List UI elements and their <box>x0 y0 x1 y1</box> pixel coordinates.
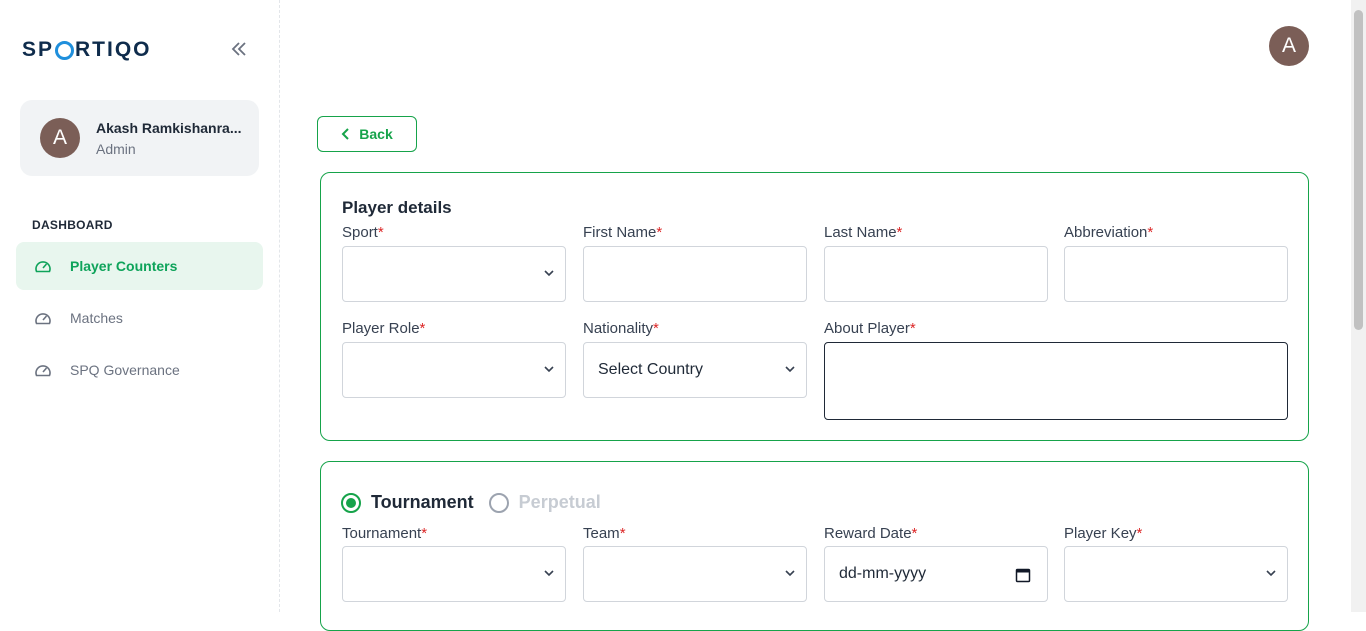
gauge-icon <box>35 365 51 377</box>
radio-perpetual[interactable] <box>488 492 509 513</box>
team-label: Team* <box>583 525 626 542</box>
first-name-label: First Name* <box>583 224 663 241</box>
back-button[interactable]: Back <box>317 116 417 152</box>
logo-o-mark-icon <box>55 40 75 60</box>
last-name-field[interactable] <box>824 246 1048 302</box>
sidebar-item-label: Matches <box>70 310 123 326</box>
sidebar-item-matches[interactable]: Matches <box>16 294 263 342</box>
scrollbar-thumb[interactable] <box>1354 10 1363 330</box>
sidebar: SP RTIQO A Akash Ramkishanra... Admin DA… <box>0 0 280 612</box>
tournament-select[interactable] <box>342 546 566 602</box>
reward-date-field[interactable]: dd-mm-yyyy <box>824 546 1048 602</box>
user-role: Admin <box>96 140 136 157</box>
chevron-down-icon <box>785 366 795 373</box>
sidebar-item-label: SPQ Governance <box>70 362 180 378</box>
chevron-down-icon <box>1266 570 1276 577</box>
chevron-down-icon <box>544 366 554 373</box>
sidebar-item-spq-governance[interactable]: SPQ Governance <box>16 346 263 394</box>
player-role-select[interactable] <box>342 342 566 398</box>
sport-select[interactable] <box>342 246 566 302</box>
card-title: Player details <box>342 198 452 217</box>
abbreviation-label: Abbreviation* <box>1064 224 1154 241</box>
nationality-select[interactable]: Select Country <box>583 342 807 398</box>
chevron-left-icon <box>341 128 349 140</box>
reward-date-placeholder: dd-mm-yyyy <box>839 565 927 582</box>
about-player-label: About Player* <box>824 320 916 337</box>
sportiqo-logo[interactable]: SP RTIQO <box>22 38 152 62</box>
team-select[interactable] <box>583 546 807 602</box>
back-label: Back <box>359 126 393 142</box>
section-label-dashboard: DASHBOARD <box>32 218 113 232</box>
abbreviation-field[interactable] <box>1064 246 1288 302</box>
reward-date-label: Reward Date* <box>824 525 918 542</box>
page-scrollbar[interactable] <box>1351 0 1366 612</box>
user-name: Akash Ramkishanra... <box>96 119 242 136</box>
sport-label: Sport* <box>342 224 384 241</box>
first-name-field[interactable] <box>583 246 807 302</box>
gauge-icon <box>35 313 51 325</box>
chevron-down-icon <box>544 570 554 577</box>
sidebar-item-label: Player Counters <box>70 258 178 274</box>
sidebar-item-player-counters[interactable]: Player Counters <box>16 242 263 290</box>
calendar-icon[interactable] <box>1015 567 1031 583</box>
chevron-down-icon <box>544 270 554 277</box>
collapse-sidebar-icon[interactable] <box>228 38 250 60</box>
radio-tournament[interactable] <box>341 492 361 513</box>
tournament-label: Tournament* <box>342 525 428 542</box>
user-card[interactable]: A Akash Ramkishanra... Admin <box>20 100 259 176</box>
logo-text-prefix: SP <box>22 38 55 61</box>
last-name-label: Last Name* <box>824 224 903 241</box>
logo-text-suffix: RTIQO <box>75 38 152 61</box>
header-avatar[interactable]: A <box>1269 26 1309 66</box>
player-role-label: Player Role* <box>342 320 426 337</box>
nationality-label: Nationality* <box>583 320 659 337</box>
reward-type-radio-group: Tournament Perpetual <box>341 492 616 513</box>
player-key-label: Player Key* <box>1064 525 1143 542</box>
radio-tournament-label[interactable]: Tournament <box>371 492 474 513</box>
chevron-down-icon <box>785 570 795 577</box>
player-key-select[interactable] <box>1064 546 1288 602</box>
avatar: A <box>40 118 80 158</box>
reward-card: Tournament Perpetual Tournament* Team* R… <box>320 461 1309 631</box>
radio-perpetual-label[interactable]: Perpetual <box>519 492 601 513</box>
about-player-textarea[interactable] <box>824 342 1288 420</box>
player-details-card: Player details Sport* First Name* Last N… <box>320 172 1309 441</box>
gauge-icon <box>35 261 51 273</box>
